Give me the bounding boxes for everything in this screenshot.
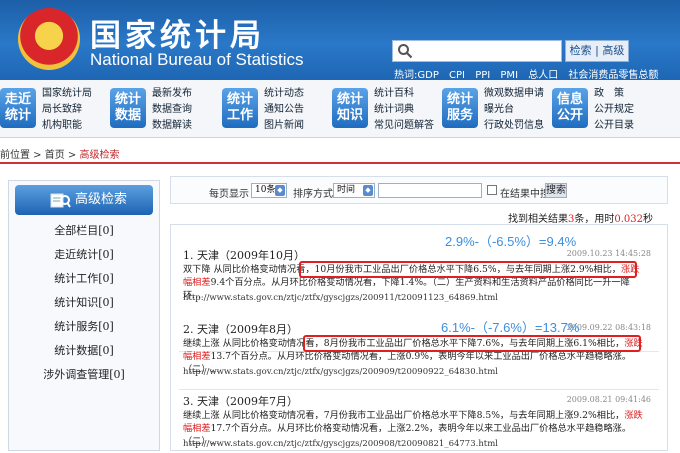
nav-link[interactable]: 通知公告 — [264, 102, 336, 118]
nav-link[interactable]: 公开规定 — [594, 102, 666, 118]
nav-link[interactable]: 公开目录 — [594, 118, 666, 134]
sidebar-item-data[interactable]: 统计数据[0] — [9, 339, 159, 363]
nav-tile-knowledge[interactable]: 统计知识 — [332, 88, 368, 128]
sidebar-item-knowledge[interactable]: 统计知识[0] — [9, 291, 159, 315]
annotation-formula: 6.1%-（-7.6%）=13.7% — [441, 320, 580, 335]
filter-search-button[interactable]: 搜索 — [545, 183, 567, 198]
national-emblem-icon — [18, 8, 80, 70]
nav-link[interactable]: 微观数据申请 — [484, 86, 556, 102]
result-item: 3. 天津（2009年7月） 2009.08.21 09:41:46 继续上涨 … — [183, 393, 651, 453]
result-url[interactable]: http://www.stats.gov.cn/ztjc/ztfx/gyscjg… — [183, 293, 498, 303]
breadcrumb-current: 高级检索 — [79, 150, 120, 161]
search-results-panel: 每页显示 10条 ◆ 排序方式 时间 ◆ 在结果中搜索 搜索 找到相关结果3条，… — [170, 172, 668, 451]
result-title[interactable]: 3. 天津（2009年7月） — [183, 393, 298, 409]
search-button[interactable]: 检索 | 高级 — [565, 40, 629, 62]
keyword-input[interactable] — [378, 183, 482, 198]
sort-label: 排序方式 — [293, 189, 333, 200]
document-search-icon — [50, 193, 71, 208]
sidebar-item-all[interactable]: 全部栏目[0] — [9, 219, 159, 243]
nav-link[interactable]: 政 策 — [594, 86, 666, 102]
nav-link[interactable]: 数据解读 — [152, 118, 224, 134]
chevron-down-icon: ◆ — [363, 185, 373, 196]
nav-link[interactable]: 统计词典 — [374, 102, 446, 118]
result-count: 找到相关结果3条，用时0.032秒 — [508, 214, 654, 225]
results-list: 1. 天津（2009年10月） 2009.10.23 14:45:28 双下降 … — [170, 224, 668, 451]
nav-tile-disclosure[interactable]: 信息公开 — [552, 88, 588, 128]
highlight-box — [303, 335, 641, 352]
nav-link[interactable]: 统计动态 — [264, 86, 336, 102]
nav-tile-work[interactable]: 统计工作 — [222, 88, 258, 128]
nav-link[interactable]: 机构职能 — [42, 118, 114, 134]
search-icon — [398, 44, 413, 59]
nav-link[interactable]: 行政处罚信息 — [484, 118, 556, 134]
search-within-checkbox[interactable] — [487, 185, 497, 195]
nav-link[interactable]: 数据查询 — [152, 102, 224, 118]
breadcrumb: 前位置 > 首页 > 高级检索 — [0, 150, 120, 161]
result-url[interactable]: http://www.stats.gov.cn/ztjc/ztfx/gyscjg… — [183, 439, 498, 449]
sidebar-item-about[interactable]: 走近统计[0] — [9, 243, 159, 267]
nav-tile-data[interactable]: 统计数据 — [110, 88, 146, 128]
per-page-select[interactable]: 10条 ◆ — [251, 183, 287, 198]
divider — [0, 162, 680, 164]
result-item: 1. 天津（2009年10月） 2009.10.23 14:45:28 双下降 … — [183, 247, 651, 317]
hot-words: 热词:GDP CPI PPI PMI 总人口 社会消费品零售总额 — [394, 66, 665, 81]
nav-link[interactable]: 最新发布 — [152, 86, 224, 102]
nav-tile-service[interactable]: 统计服务 — [442, 88, 478, 128]
sort-select[interactable]: 时间 ◆ — [333, 183, 375, 198]
nav-link[interactable]: 统计百科 — [374, 86, 446, 102]
sidebar: 高级检索 全部栏目[0] 走近统计[0] 统计工作[0] 统计知识[0] 统计服… — [8, 180, 160, 451]
per-page-label: 每页显示 — [209, 189, 249, 200]
sidebar-header: 高级检索 — [15, 185, 153, 215]
annotation-formula: 2.9%-（-6.5%）=9.4% — [445, 234, 577, 249]
nav-link[interactable]: 国家统计局 — [42, 86, 114, 102]
search-input[interactable] — [392, 40, 562, 62]
result-url[interactable]: http://www.stats.gov.cn/ztjc/ztfx/gyscjg… — [183, 367, 498, 377]
nav-tile-about[interactable]: 走近统计 — [0, 88, 36, 128]
result-item: 2. 天津（2009年8月） 2009.09.22 08:43:18 继续上涨 … — [183, 321, 651, 391]
chevron-down-icon: ◆ — [275, 185, 285, 196]
result-date: 2009.10.23 14:45:28 — [566, 249, 651, 258]
result-date: 2009.08.21 09:41:46 — [566, 395, 651, 404]
nav-link[interactable]: 曝光台 — [484, 102, 556, 118]
sidebar-item-foreign[interactable]: 涉外调查管理[0] — [9, 363, 159, 387]
highlight-box — [299, 261, 637, 278]
result-title[interactable]: 2. 天津（2009年8月） — [183, 321, 298, 337]
site-title-en: National Bureau of Statistics — [90, 50, 304, 69]
divider — [179, 389, 659, 390]
filter-bar: 每页显示 10条 ◆ 排序方式 时间 ◆ 在结果中搜索 搜索 — [170, 176, 668, 204]
nav-link[interactable]: 局长致辞 — [42, 102, 114, 118]
main-nav: 走近统计 国家统计局 局长致辞 机构职能 统计数据 最新发布 数据查询 数据解读… — [0, 80, 680, 138]
sidebar-item-service[interactable]: 统计服务[0] — [9, 315, 159, 339]
result-title[interactable]: 1. 天津（2009年10月） — [183, 247, 305, 263]
nav-link[interactable]: 图片新闻 — [264, 118, 336, 134]
nav-link[interactable]: 常见问题解答 — [374, 118, 446, 134]
site-header: 国家统计局 National Bureau of Statistics 检索 |… — [0, 0, 680, 81]
sidebar-item-work[interactable]: 统计工作[0] — [9, 267, 159, 291]
site-title-cn: 国家统计局 — [90, 18, 265, 54]
